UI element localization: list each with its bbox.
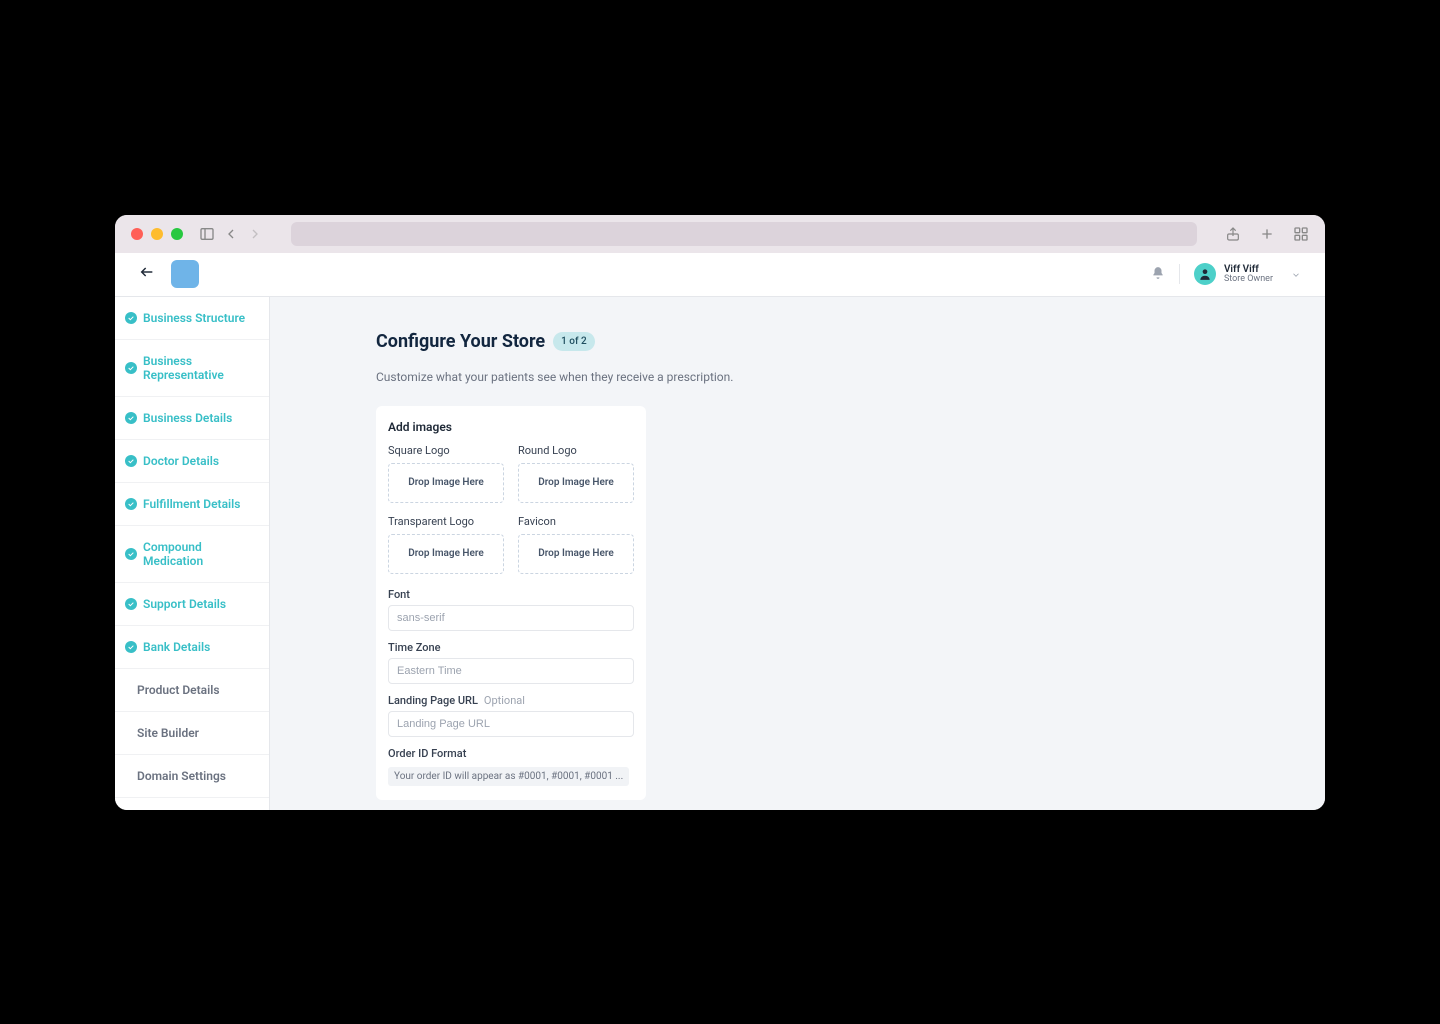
- browser-chrome: [115, 215, 1325, 253]
- image-upload-label: Square Logo: [388, 444, 504, 457]
- upload-round-logo: Round Logo Drop Image Here: [518, 444, 634, 503]
- url-bar[interactable]: [291, 222, 1197, 246]
- sidebar: Business Structure Business Representativ…: [115, 297, 270, 810]
- sidebar-item-business-details[interactable]: Business Details: [115, 397, 269, 440]
- sidebar-toggle-icon[interactable]: [199, 226, 215, 242]
- timezone-label: Time Zone: [388, 641, 634, 654]
- user-role: Store Owner: [1224, 275, 1273, 285]
- window-maximize-button[interactable]: [171, 228, 183, 240]
- sidebar-item-domain-settings[interactable]: Domain Settings: [115, 755, 269, 798]
- back-arrow-icon[interactable]: [139, 264, 155, 284]
- page-title: Configure Your Store 1 of 2: [376, 331, 595, 352]
- user-menu[interactable]: Viff Viff Store Owner: [1194, 263, 1301, 285]
- landing-label: Landing Page URL: [388, 694, 478, 707]
- orderid-hint: Your order ID will appear as #0001, #000…: [388, 767, 629, 786]
- main-content: Configure Your Store 1 of 2 Customize wh…: [270, 297, 1325, 810]
- app-content: Viff Viff Store Owner Business Structure…: [115, 253, 1325, 810]
- sidebar-item-label: Support Details: [143, 597, 226, 611]
- dropzone[interactable]: Drop Image Here: [388, 534, 504, 574]
- check-circle-icon: [125, 641, 137, 653]
- app-logo: [171, 260, 199, 288]
- check-circle-icon: [125, 312, 137, 324]
- image-upload-label: Transparent Logo: [388, 515, 504, 528]
- form-card: Add images Square LogoDrop Image HereRou…: [376, 406, 646, 800]
- sidebar-item-label: Site Builder: [137, 726, 199, 740]
- browser-window: Viff Viff Store Owner Business Structure…: [115, 215, 1325, 810]
- add-images-title: Add images: [388, 420, 634, 434]
- orderid-label: Order ID Format: [388, 747, 634, 760]
- sidebar-item-label: Business Details: [143, 411, 232, 425]
- sidebar-item-label: Doctor Details: [143, 454, 219, 468]
- check-circle-icon: [125, 412, 137, 424]
- dropzone[interactable]: Drop Image Here: [518, 463, 634, 503]
- app-header: Viff Viff Store Owner: [115, 253, 1325, 297]
- header-divider: [1179, 264, 1180, 284]
- image-upload-label: Round Logo: [518, 444, 634, 457]
- image-upload-label: Favicon: [518, 515, 634, 528]
- user-name: Viff Viff: [1224, 264, 1273, 275]
- step-badge: 1 of 2: [553, 332, 595, 351]
- page-title-text: Configure Your Store: [376, 331, 545, 352]
- sidebar-item-doctor-details[interactable]: Doctor Details: [115, 440, 269, 483]
- check-circle-icon: [125, 598, 137, 610]
- sidebar-item-fulfillment-details[interactable]: Fulfillment Details: [115, 483, 269, 526]
- upload-transparent-logo: Transparent Logo Drop Image Here: [388, 515, 504, 574]
- dropzone[interactable]: Drop Image Here: [518, 534, 634, 574]
- sidebar-item-product-details[interactable]: Product Details: [115, 669, 269, 712]
- font-input[interactable]: [388, 605, 634, 631]
- check-circle-icon: [125, 455, 137, 467]
- sidebar-item-business-structure[interactable]: Business Structure: [115, 297, 269, 340]
- upload-favicon: Favicon Drop Image Here: [518, 515, 634, 574]
- landing-optional: Optional: [484, 694, 525, 707]
- sidebar-item-label: Domain Settings: [137, 769, 226, 783]
- tabs-grid-icon[interactable]: [1293, 226, 1309, 242]
- notifications-icon[interactable]: [1151, 265, 1165, 284]
- sidebar-item-compound-medication[interactable]: Compound Medication: [115, 526, 269, 583]
- window-close-button[interactable]: [131, 228, 143, 240]
- new-tab-icon[interactable]: [1259, 226, 1275, 242]
- traffic-lights: [131, 228, 183, 240]
- page-subtitle: Customize what your patients see when th…: [376, 370, 1325, 384]
- share-icon[interactable]: [1225, 226, 1241, 242]
- nav-back-icon[interactable]: [223, 226, 239, 242]
- nav-forward-icon[interactable]: [247, 226, 263, 242]
- sidebar-item-label: Compound Medication: [143, 540, 259, 568]
- sidebar-item-bank-details[interactable]: Bank Details: [115, 626, 269, 669]
- sidebar-item-label: Product Details: [137, 683, 220, 697]
- window-minimize-button[interactable]: [151, 228, 163, 240]
- sidebar-item-site-builder[interactable]: Site Builder: [115, 712, 269, 755]
- font-label: Font: [388, 588, 634, 601]
- check-circle-icon: [125, 548, 137, 560]
- sidebar-item-label: Bank Details: [143, 640, 210, 654]
- check-circle-icon: [125, 362, 137, 374]
- check-circle-icon: [125, 498, 137, 510]
- sidebar-item-label: Business Structure: [143, 311, 245, 325]
- avatar: [1194, 263, 1216, 285]
- upload-square-logo: Square Logo Drop Image Here: [388, 444, 504, 503]
- sidebar-item-label: Business Representative: [143, 354, 259, 382]
- sidebar-item-business-representative[interactable]: Business Representative: [115, 340, 269, 397]
- chevron-down-icon: [1291, 265, 1301, 284]
- sidebar-item-support-details[interactable]: Support Details: [115, 583, 269, 626]
- landing-input[interactable]: [388, 711, 634, 737]
- sidebar-item-label: Fulfillment Details: [143, 497, 240, 511]
- timezone-input[interactable]: [388, 658, 634, 684]
- dropzone[interactable]: Drop Image Here: [388, 463, 504, 503]
